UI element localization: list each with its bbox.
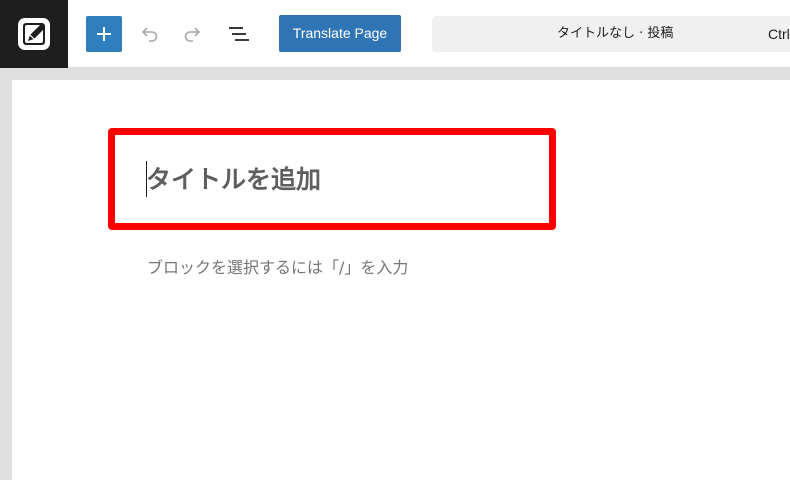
wordpress-edit-logo-icon bbox=[18, 18, 50, 50]
redo-icon bbox=[184, 27, 201, 42]
command-shortcut-hint: Ctrl bbox=[768, 26, 790, 42]
site-logo-button[interactable] bbox=[0, 0, 68, 68]
add-block-button[interactable] bbox=[86, 16, 122, 52]
translate-page-button[interactable]: Translate Page bbox=[279, 15, 401, 52]
editor-app: Translate Page タイトルなし · 投稿 Ctrl タイトルを追加 … bbox=[0, 0, 790, 480]
top-toolbar: Translate Page タイトルなし · 投稿 Ctrl bbox=[0, 0, 790, 68]
undo-button[interactable] bbox=[134, 19, 164, 49]
document-bar[interactable]: タイトルなし · 投稿 Ctrl bbox=[432, 16, 790, 52]
text-caret bbox=[146, 161, 147, 197]
undo-icon bbox=[141, 27, 158, 42]
post-title-input[interactable]: タイトルを追加 bbox=[146, 160, 526, 200]
block-appender-placeholder[interactable]: ブロックを選択するには「/」を入力 bbox=[147, 256, 408, 280]
plus-icon bbox=[97, 27, 111, 41]
document-outline-icon bbox=[229, 27, 249, 41]
document-outline-button[interactable] bbox=[223, 19, 253, 49]
redo-button[interactable] bbox=[178, 19, 208, 49]
document-title: タイトルなし · 投稿 bbox=[557, 26, 674, 41]
